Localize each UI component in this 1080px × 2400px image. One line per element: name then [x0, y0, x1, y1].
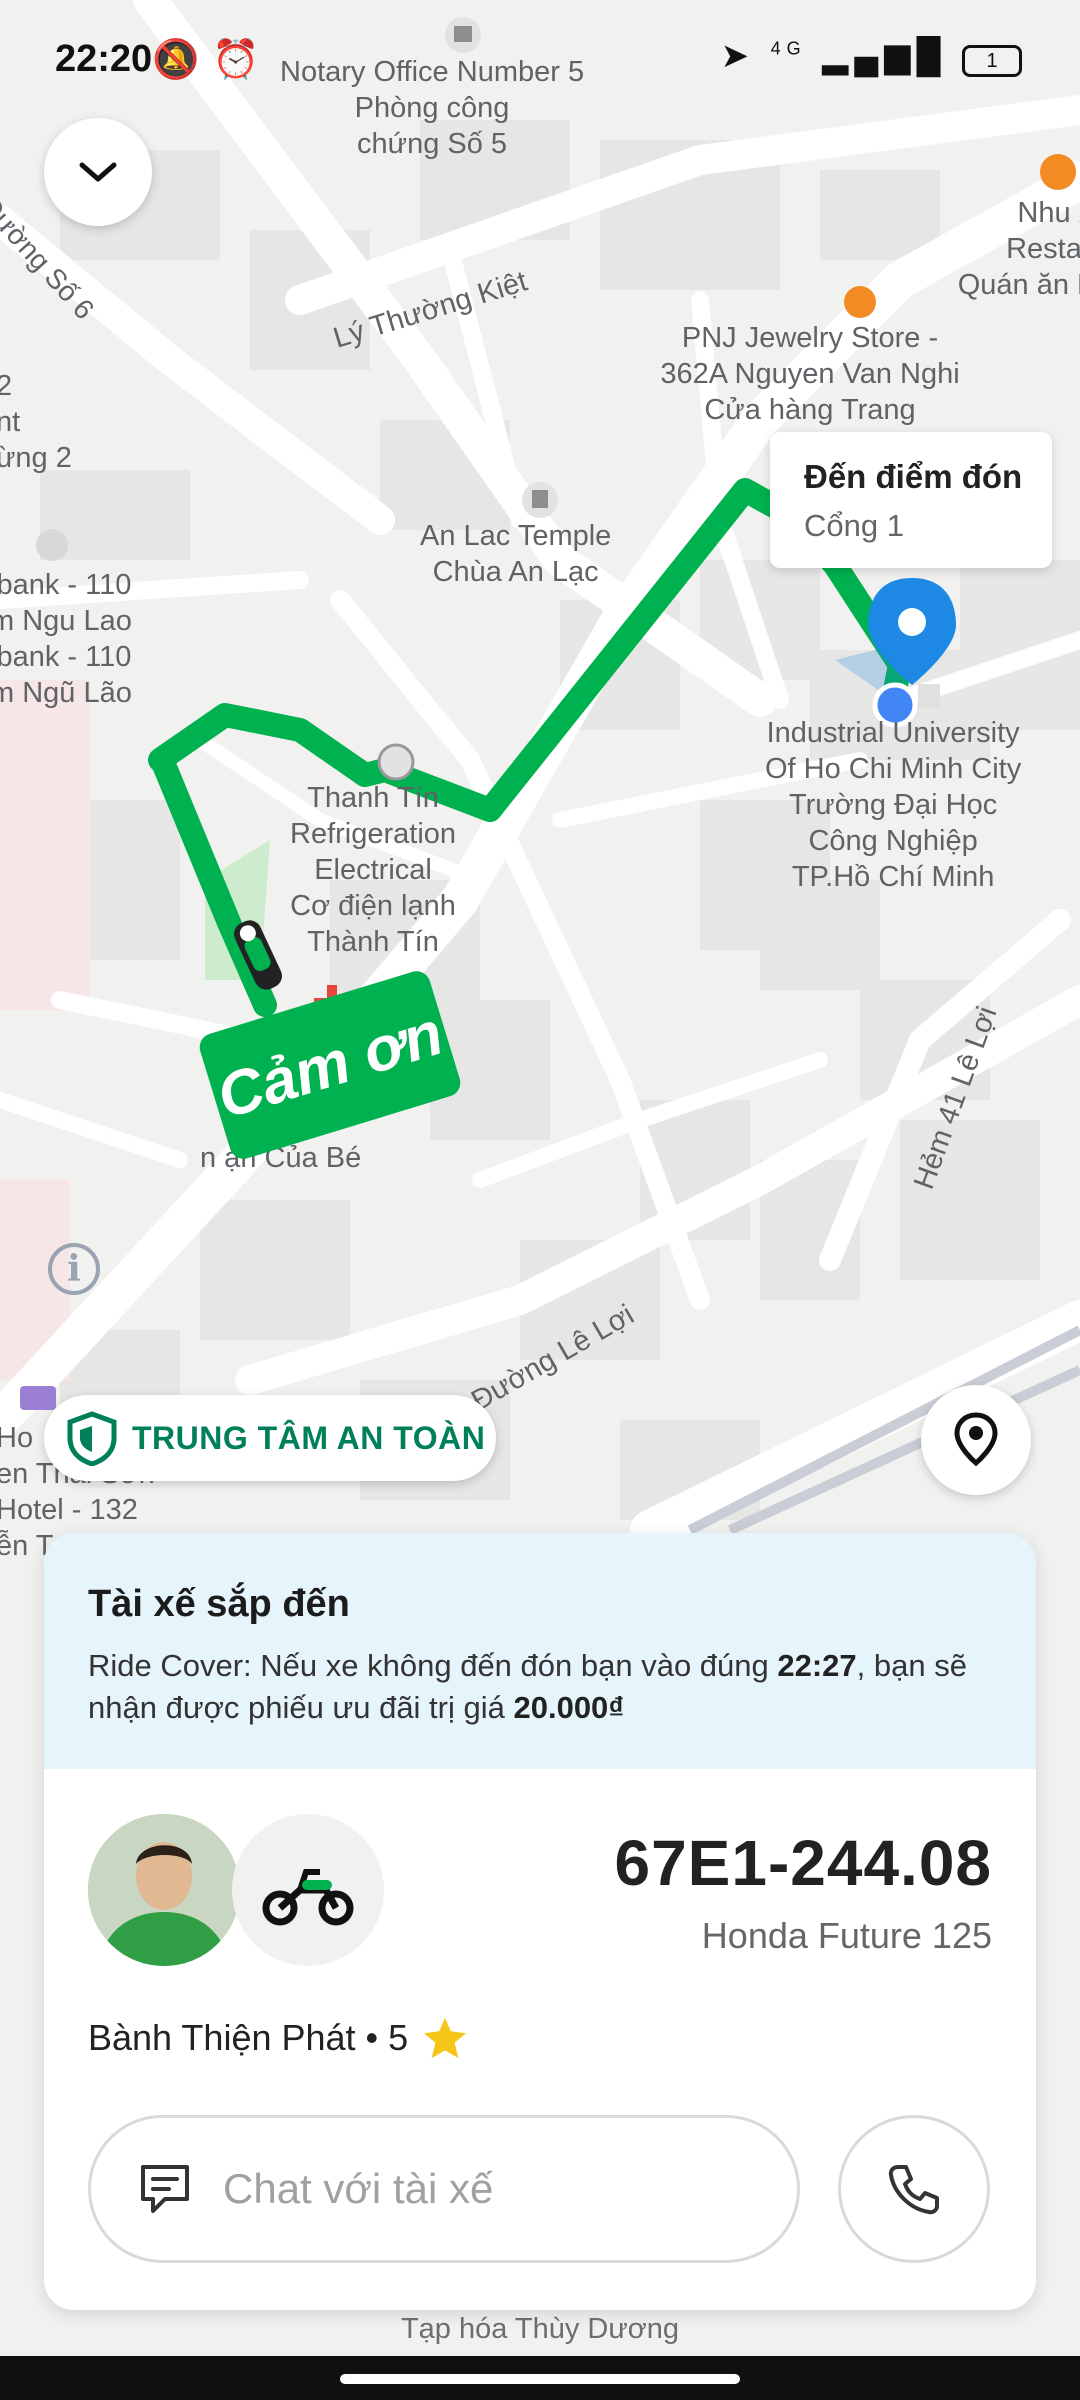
ride-cover-text-1: Ride Cover: Nếu xe không đến đón bạn vào…	[88, 1648, 778, 1683]
safety-center-label: TRUNG TÂM AN TOÀN	[132, 1419, 486, 1456]
info-glyph: i	[67, 1248, 81, 1290]
map-label-iuh: Industrial University Of Ho Chi Minh Cit…	[765, 717, 1022, 893]
status-bar: 22:20 🔕 ⏰ ➤ 4G ▂▄▆█ 1	[0, 0, 1080, 110]
ride-cover-voucher: 20.000₫	[513, 1690, 625, 1725]
navigation-arrow-icon: ➤	[720, 37, 756, 75]
vehicle-thumbnail	[232, 1814, 384, 1966]
driver-arriving-title: Tài xế sắp đến	[88, 1583, 350, 1625]
chevron-down-icon	[79, 162, 117, 182]
phone-icon	[888, 2165, 939, 2215]
driver-rating: 5	[388, 2017, 409, 2058]
driver-info-line: Bành Thiện Phát • 5	[88, 2016, 468, 2060]
map-label-an-lac: An Lac Temple Chùa An Lạc	[420, 520, 612, 588]
pickup-title: Đến điểm đón	[804, 458, 1023, 495]
driver-avatar[interactable]	[88, 1814, 240, 1966]
ride-cover-description: Ride Cover: Nếu xe không đến đón bạn vào…	[88, 1645, 988, 1729]
collapse-button[interactable]	[44, 118, 152, 226]
signal-icon: ▂▄▆█	[822, 37, 947, 75]
location-pin-icon	[954, 1412, 998, 1467]
pickup-subtitle: Cổng 1	[804, 508, 904, 543]
call-button[interactable]	[838, 2115, 990, 2263]
trip-card: Tài xế sắp đến Ride Cover: Nếu xe không …	[44, 1533, 1036, 2310]
map-label-sacombank: ibank - 110 m Ngu Lao ibank - 110 m Ngũ …	[0, 569, 132, 709]
map-label-thanh-tin: Thanh Tín Refrigeration Electrical Cơ đi…	[290, 782, 457, 958]
locate-button[interactable]	[921, 1385, 1031, 1495]
signal-4g-icon: 4G	[770, 38, 807, 59]
map-label-left-edge: 2 nt ừng 2	[0, 370, 72, 474]
shield-icon	[67, 1411, 117, 1466]
chat-placeholder: Chat với tài xế	[223, 2165, 494, 2212]
map-label-tap-hoa: Tạp hóa Thùy Dương	[400, 2313, 680, 2345]
driver-avatar-image	[88, 1814, 240, 1966]
separator: •	[355, 2017, 389, 2058]
license-plate: 67E1-244.08	[614, 1827, 992, 1899]
driver-name: Bành Thiện Phát	[88, 2017, 356, 2058]
ride-cover-deadline: 22:27	[777, 1648, 857, 1683]
safety-center-chip[interactable]: TRUNG TÂM AN TOÀN	[44, 1395, 496, 1481]
vehicle-model: Honda Future 125	[701, 1915, 992, 1956]
muted-bell-icon: 🔕	[152, 39, 200, 81]
battery-icon: 1	[962, 45, 1022, 77]
pickup-bubble: Đến điểm đón Cổng 1	[770, 432, 1052, 568]
status-icons: ➤ 4G ▂▄▆█ 1	[721, 36, 1022, 77]
ride-cover-banner: Tài xế sắp đến Ride Cover: Nếu xe không …	[44, 1533, 1036, 1769]
alarm-icon: ⏰	[212, 39, 260, 81]
map-zone-pink	[0, 680, 90, 1010]
star-icon	[424, 2017, 467, 2059]
motorbike-icon	[262, 1869, 354, 1926]
chat-bubble-icon	[141, 2165, 189, 2213]
info-icon[interactable]: i	[48, 1243, 100, 1295]
home-indicator[interactable]	[340, 2374, 740, 2384]
map-label-nhu-x: Nhu X Restau Quán ăn N	[957, 197, 1080, 301]
chat-input[interactable]: Chat với tài xế	[88, 2115, 800, 2263]
status-time: 22:20	[55, 38, 153, 80]
